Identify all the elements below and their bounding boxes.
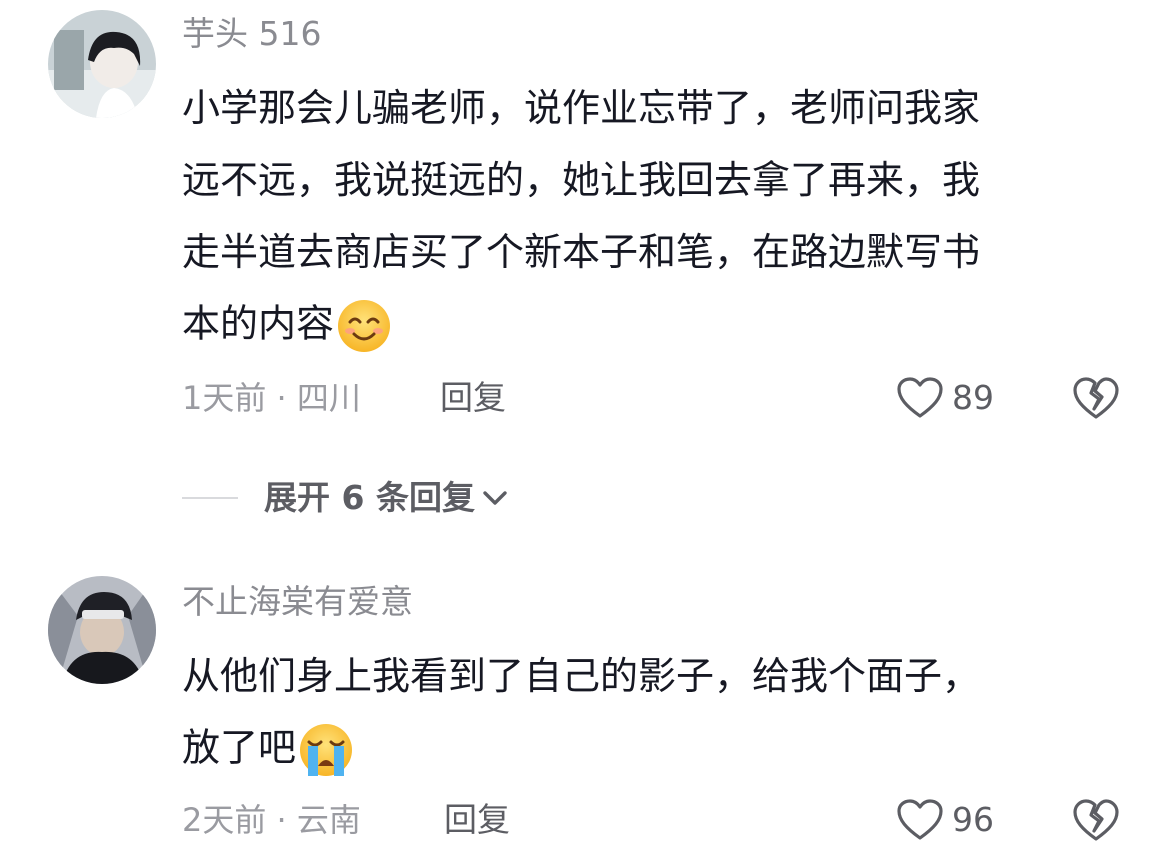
username[interactable]: 芋头 516 bbox=[182, 14, 321, 54]
avatar[interactable] bbox=[48, 576, 156, 684]
divider-line bbox=[182, 497, 238, 499]
heart-icon bbox=[896, 376, 944, 420]
comment-time-location: 2天前 · 云南 bbox=[182, 801, 361, 839]
loudly-crying-face-emoji-icon bbox=[298, 722, 354, 778]
broken-heart-icon bbox=[1072, 797, 1120, 843]
comment-text-fragment: 放了吧 bbox=[182, 725, 297, 770]
like-count: 89 bbox=[952, 378, 994, 417]
like-count: 96 bbox=[952, 800, 994, 839]
comment-text-line: 远不远，我说挺远的，她让我回去拿了再来，我 bbox=[182, 158, 981, 202]
comment-text-line: 走半道去商店买了个新本子和笔，在路边默写书 bbox=[182, 230, 981, 274]
reply-button[interactable]: 回复 bbox=[444, 800, 510, 840]
broken-heart-icon bbox=[1072, 375, 1120, 421]
comment-text-line: 小学那会儿骗老师，说作业忘带了，老师问我家 bbox=[182, 86, 981, 130]
comment-text-fragment: 本的内容 bbox=[182, 301, 335, 346]
like-button[interactable]: 96 bbox=[896, 798, 994, 842]
username[interactable]: 不止海棠有爱意 bbox=[182, 582, 413, 622]
reply-button[interactable]: 回复 bbox=[440, 378, 506, 418]
comment-text-line-with-emoji: 放了吧 bbox=[182, 722, 354, 778]
comment-time-location: 1天前 · 四川 bbox=[182, 379, 361, 417]
comment-text-line-with-emoji: 本的内容 bbox=[182, 298, 392, 354]
expand-replies-label: 展开 6 条回复 bbox=[264, 478, 475, 517]
comment-text-line: 从他们身上我看到了自己的影子，给我个面子， bbox=[182, 654, 981, 698]
like-button[interactable]: 89 bbox=[896, 376, 994, 420]
dislike-button[interactable] bbox=[1072, 375, 1120, 421]
dislike-button[interactable] bbox=[1072, 797, 1120, 843]
chevron-down-icon bbox=[475, 486, 511, 510]
smiling-face-emoji-icon bbox=[336, 298, 392, 354]
comment-item: 芋头 516 小学那会儿骗老师，说作业忘带了，老师问我家 远不远，我说挺远的，她… bbox=[0, 0, 1170, 460]
heart-icon bbox=[896, 798, 944, 842]
avatar[interactable] bbox=[48, 10, 156, 118]
comment-item: 不止海棠有爱意 从他们身上我看到了自己的影子，给我个面子， 放了吧 2天前 · … bbox=[0, 560, 1170, 865]
expand-replies-button[interactable]: 展开 6 条回复 bbox=[182, 478, 511, 518]
